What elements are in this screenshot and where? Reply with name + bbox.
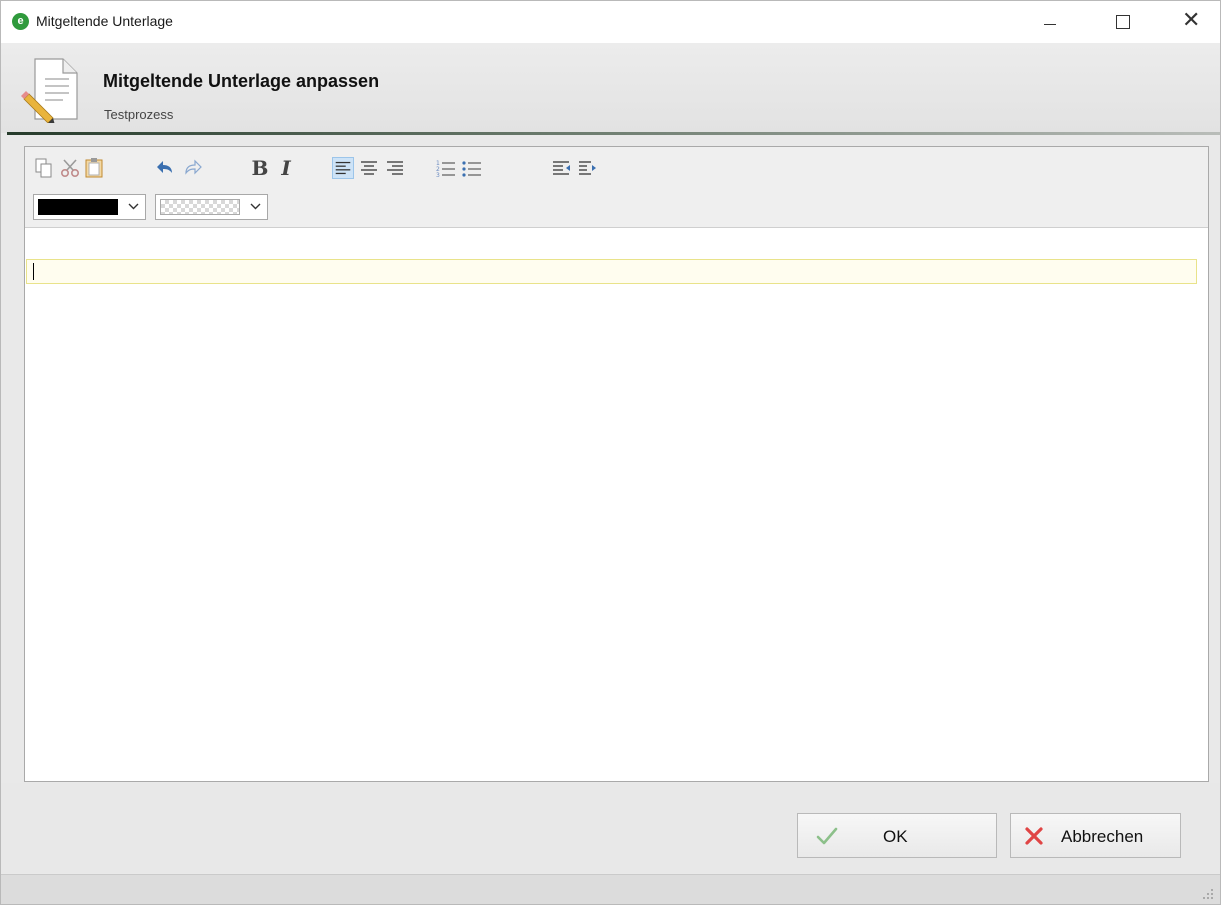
numbered-list-icon[interactable]: 1 2 3: [435, 157, 457, 179]
outdent-icon[interactable]: [551, 157, 573, 179]
editor-text-area[interactable]: [26, 259, 1197, 284]
bold-icon[interactable]: B: [249, 157, 271, 179]
chevron-down-icon: [128, 203, 139, 210]
background-color-select[interactable]: [155, 194, 268, 220]
chevron-down-icon: [250, 203, 261, 210]
app-icon: e: [12, 13, 29, 30]
undo-icon[interactable]: [155, 157, 177, 179]
close-icon: ✕: [1182, 7, 1201, 32]
title-bar[interactable]: e Mitgeltende Unterlage ✕: [1, 1, 1220, 43]
copy-icon[interactable]: [33, 157, 55, 179]
svg-text:3: 3: [436, 172, 440, 179]
background-color-swatch: [160, 199, 240, 215]
ok-button-label: OK: [883, 827, 908, 846]
window-title: Mitgeltende Unterlage: [36, 13, 173, 29]
document-edit-icon: [21, 58, 78, 123]
paste-icon[interactable]: [83, 157, 105, 179]
close-button[interactable]: ✕: [1167, 1, 1213, 43]
indent-icon[interactable]: [577, 157, 599, 179]
cut-icon[interactable]: [59, 157, 81, 179]
font-color-select[interactable]: [33, 194, 146, 220]
redo-icon[interactable]: [181, 157, 203, 179]
cancel-button-label: Abbrechen: [1061, 827, 1144, 846]
cancel-button[interactable]: Abbrechen: [1010, 813, 1181, 858]
status-bar: [1, 874, 1220, 904]
rich-text-editor: B I 1 2 3: [24, 146, 1209, 782]
align-right-icon[interactable]: [384, 157, 406, 179]
cancel-x-icon: [1025, 827, 1043, 845]
bullet-list-icon[interactable]: [461, 157, 483, 179]
italic-icon[interactable]: I: [275, 157, 297, 179]
minimize-button[interactable]: [1027, 1, 1073, 43]
text-caret: [33, 263, 34, 280]
header-divider: [7, 132, 1220, 135]
font-color-swatch: [38, 199, 118, 215]
align-center-icon[interactable]: [358, 157, 380, 179]
dialog-subtitle: Testprozess: [104, 107, 174, 122]
resize-grip-icon[interactable]: [1202, 888, 1214, 900]
align-left-icon[interactable]: [332, 157, 354, 179]
dialog-title: Mitgeltende Unterlage anpassen: [103, 71, 380, 91]
editor-toolbar: B I 1 2 3: [25, 147, 1208, 228]
ok-button[interactable]: OK: [797, 813, 997, 858]
checkmark-icon: [816, 827, 838, 845]
dialog-window: e Mitgeltende Unterlage ✕ Mitgeltende Un…: [0, 0, 1221, 905]
dialog-header: Mitgeltende Unterlage anpassen Testproze…: [1, 43, 1220, 133]
maximize-button[interactable]: [1099, 1, 1145, 43]
